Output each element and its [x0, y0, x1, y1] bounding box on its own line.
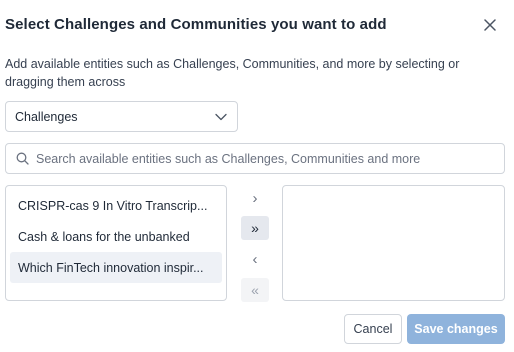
double-chevron-left-icon: «: [251, 282, 259, 298]
move-right-button[interactable]: ›: [241, 186, 269, 210]
entity-type-value: Challenges: [15, 109, 78, 124]
search-icon: [16, 152, 29, 165]
move-all-right-button[interactable]: »: [241, 216, 269, 240]
cancel-button[interactable]: Cancel: [344, 314, 402, 344]
chevron-left-icon: ‹: [252, 250, 258, 268]
chevron-right-icon: ›: [252, 189, 258, 207]
close-icon: [484, 19, 496, 31]
selected-entities-list[interactable]: [282, 185, 505, 301]
search-input[interactable]: [36, 151, 494, 166]
search-field[interactable]: [5, 143, 505, 174]
save-changes-button[interactable]: Save changes: [407, 314, 505, 344]
chevron-down-icon: [215, 113, 227, 120]
list-item[interactable]: Cash & loans for the unbanked: [10, 221, 222, 252]
double-chevron-right-icon: »: [251, 220, 259, 236]
list-item[interactable]: Which FinTech innovation inspir...: [10, 252, 222, 283]
dialog-description: Add available entities such as Challenge…: [5, 57, 460, 89]
close-button[interactable]: [479, 14, 501, 36]
move-all-left-button[interactable]: «: [241, 278, 269, 302]
available-entities-list[interactable]: CRISPR-cas 9 In Vitro Transcrip... Cash …: [5, 185, 227, 301]
list-item[interactable]: CRISPR-cas 9 In Vitro Transcrip...: [10, 190, 222, 221]
move-left-button[interactable]: ‹: [241, 247, 269, 271]
entity-type-select[interactable]: Challenges: [5, 101, 238, 132]
dialog-title: Select Challenges and Communities you wa…: [5, 16, 387, 33]
